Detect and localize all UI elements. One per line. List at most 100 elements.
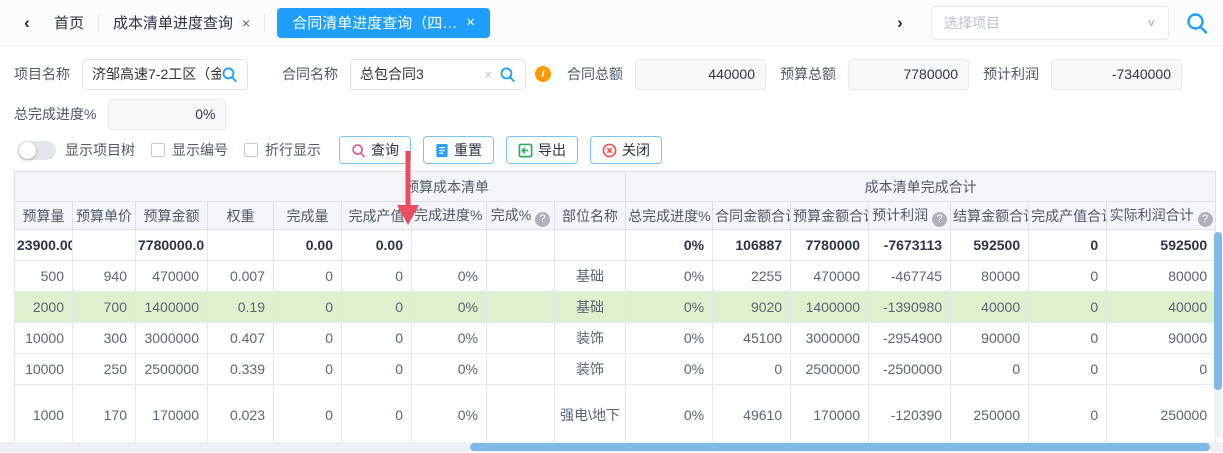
- table-cell: 0: [1029, 230, 1107, 261]
- column-header: 预算单价: [73, 202, 136, 230]
- table-cell: 0: [1029, 261, 1107, 292]
- table-cell: 2500000: [136, 354, 208, 385]
- column-header: 结算金额合计: [951, 202, 1029, 230]
- table-cell: -2954900: [869, 323, 951, 354]
- column-header: 预算量: [15, 202, 73, 230]
- help-icon[interactable]: ?: [535, 212, 550, 227]
- table-row[interactable]: 10001701700000.023000%强电\地下0%49610170000…: [15, 385, 1216, 445]
- project-name-value: 济邹高速7-2工区（金石公: [92, 64, 221, 84]
- table-row[interactable]: 23900.007780000.00.000.000%1068877780000…: [15, 230, 1216, 261]
- table-cell: [73, 230, 136, 261]
- tab-cost-list-progress[interactable]: 成本清单进度查询 ×: [99, 8, 264, 38]
- column-header: 权重: [208, 202, 274, 230]
- table-row[interactable]: 1000030030000000.407000%装饰0%451003000000…: [15, 323, 1216, 354]
- table-cell: 基础: [555, 292, 626, 323]
- table-row[interactable]: 1000025025000000.339000%装饰0%02500000-250…: [15, 354, 1216, 385]
- table-cell: 1400000: [136, 292, 208, 323]
- chevron-down-icon: ∨: [1146, 16, 1156, 29]
- table-cell: [487, 385, 555, 445]
- table-cell: 2000: [15, 292, 73, 323]
- show-project-tree-toggle[interactable]: [18, 141, 56, 160]
- table-cell: 基础: [555, 261, 626, 292]
- contract-total-label: 合同总额: [567, 64, 623, 84]
- column-header: 完成进度%?: [412, 202, 487, 230]
- table-cell: 300: [73, 323, 136, 354]
- form-row-1: 项目名称 济邹高速7-2工区（金石公 合同名称 总包合同3 × i 合同总额: [14, 58, 1209, 90]
- total-progress-field: 0%: [108, 99, 226, 130]
- table-cell: 装饰: [555, 323, 626, 354]
- table-cell: 0: [1029, 292, 1107, 323]
- tab-divider: [264, 14, 265, 32]
- column-header: 预算金额: [136, 202, 208, 230]
- project-name-input[interactable]: 济邹高速7-2工区（金石公: [82, 59, 248, 90]
- help-icon[interactable]: ?: [932, 212, 947, 227]
- table-cell: [487, 323, 555, 354]
- expected-profit-label: 预计利润: [983, 64, 1039, 84]
- search-icon: [351, 143, 366, 158]
- column-header: 完成%?: [487, 202, 555, 230]
- close-button[interactable]: 关闭: [590, 136, 662, 164]
- table-cell: 106887: [713, 230, 791, 261]
- table-cell: 0: [342, 385, 412, 445]
- column-header: 总完成进度%: [626, 202, 713, 230]
- clear-icon[interactable]: ×: [484, 67, 492, 82]
- table-cell: [487, 230, 555, 261]
- horizontal-scrollbar: [0, 442, 1223, 452]
- table-cell: 23900.00: [15, 230, 73, 261]
- close-icon[interactable]: ×: [466, 15, 475, 30]
- table-cell: 0: [1029, 354, 1107, 385]
- info-icon[interactable]: i: [535, 66, 551, 82]
- help-icon[interactable]: ?: [1198, 212, 1213, 227]
- wrap-display-checkbox[interactable]: [244, 143, 258, 157]
- table-cell: 0: [342, 323, 412, 354]
- search-icon[interactable]: [499, 66, 516, 83]
- total-progress-label: 总完成进度%: [14, 104, 96, 124]
- show-number-checkbox[interactable]: [151, 143, 165, 157]
- contract-name-input[interactable]: 总包合同3 ×: [350, 59, 526, 90]
- query-button[interactable]: 查询: [339, 136, 411, 164]
- horizontal-scrollbar-thumb[interactable]: [470, 443, 1210, 451]
- table-cell: 592500: [1107, 230, 1216, 261]
- contract-name-value: 总包合同3: [360, 64, 480, 84]
- column-header: 完成产值: [342, 202, 412, 230]
- table-cell: 装饰: [555, 354, 626, 385]
- export-button[interactable]: 导出: [506, 136, 578, 164]
- reset-button[interactable]: 重置: [423, 136, 494, 164]
- table-cell: 0.00: [342, 230, 412, 261]
- table-cell: 2255: [713, 261, 791, 292]
- table-cell: 0%: [626, 323, 713, 354]
- budget-total-field: 7780000: [848, 59, 969, 90]
- tabs-scroll-left-icon[interactable]: ‹: [14, 13, 40, 33]
- table-cell: 0: [1029, 323, 1107, 354]
- table-cell: 90000: [1107, 323, 1216, 354]
- table-cell: 0.339: [208, 354, 274, 385]
- column-header: 完成产值合计: [1029, 202, 1107, 230]
- table-cell: 0: [342, 354, 412, 385]
- global-search-icon[interactable]: [1185, 11, 1209, 35]
- table-cell: -120390: [869, 385, 951, 445]
- tab-contract-list-progress[interactable]: 合同清单进度查询（四… ×: [277, 8, 490, 38]
- contract-name-label: 合同名称: [282, 64, 338, 84]
- tabs-scroll-right-icon[interactable]: ›: [887, 13, 913, 33]
- table-cell: 700: [73, 292, 136, 323]
- table-cell: 250: [73, 354, 136, 385]
- tab-home[interactable]: 首页: [40, 8, 98, 38]
- table-row[interactable]: 200070014000000.19000%基础0%90201400000-13…: [15, 292, 1216, 323]
- project-select[interactable]: 选择项目 ∨: [931, 6, 1169, 40]
- table-cell: 500: [15, 261, 73, 292]
- table-row[interactable]: 5009404700000.007000%基础0%2255470000-4677…: [15, 261, 1216, 292]
- group-header: 成本清单完成合计: [626, 172, 1216, 202]
- table-cell: 0: [274, 385, 342, 445]
- table-cell: 0: [1029, 385, 1107, 445]
- table-cell: 170000: [136, 385, 208, 445]
- table-cell: 0%: [412, 323, 487, 354]
- close-icon[interactable]: ×: [242, 16, 250, 30]
- table-area: 预算成本清单成本清单完成合计预算量预算单价预算金额权重完成量完成产值完成进度%?…: [14, 171, 1223, 445]
- group-header: 预算成本清单: [15, 172, 626, 202]
- table-cell: 49610: [713, 385, 791, 445]
- document-icon: [435, 143, 449, 158]
- search-icon[interactable]: [221, 66, 238, 83]
- table-cell: 90000: [951, 323, 1029, 354]
- vertical-scrollbar-thumb[interactable]: [1214, 232, 1222, 390]
- table-cell: -2500000: [869, 354, 951, 385]
